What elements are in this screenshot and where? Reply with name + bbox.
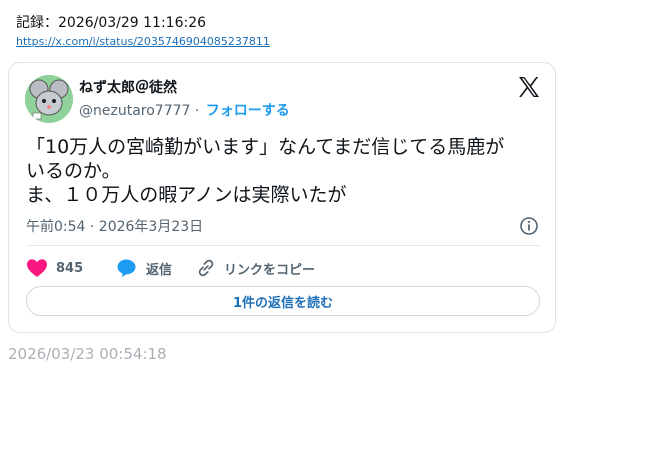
heart-icon (27, 259, 47, 277)
tweet-timestamp[interactable]: 午前0:54 · 2026年3月23日 (26, 216, 203, 236)
handle-row: @nezutaro7777 · フォローする (79, 100, 290, 120)
copy-link-label: リンクをコピー (224, 262, 316, 278)
display-name[interactable]: ねず太郎＠徒然 (79, 77, 177, 97)
avatar[interactable] (25, 75, 73, 123)
handle[interactable]: @nezutaro7777 (79, 103, 190, 119)
tweet-text-line: いるのか。 (26, 160, 121, 182)
separator: · (194, 103, 200, 119)
reply-bubble-icon (117, 259, 136, 277)
status-link[interactable]: https://x.com/i/status/20357469040852378… (16, 35, 270, 48)
like-count: 845 (56, 260, 84, 276)
tweet-card: ねず太郎＠徒然 @nezutaro7777 · フォローする 「10万人の宮崎勤… (8, 62, 556, 333)
reply-label: 返信 (146, 262, 173, 278)
copy-link-button[interactable]: リンクをコピー (196, 256, 315, 280)
divider (26, 245, 541, 246)
tweet-text-line: ま、１０万人の暇アノンは実際いたが (26, 184, 347, 206)
like-button[interactable]: 845 (26, 256, 83, 280)
follow-button[interactable]: フォローする (206, 103, 290, 119)
x-logo-icon[interactable] (517, 75, 541, 99)
tweet-text-line: 「10万人の宮崎勤がいます」なんてまだ信じてる馬鹿が (26, 136, 505, 158)
info-icon[interactable] (519, 216, 539, 236)
link-icon (198, 259, 214, 277)
reply-button[interactable]: 返信 (116, 256, 172, 280)
read-replies-button[interactable]: 1件の返信を読む (26, 286, 540, 316)
capture-time: 2026/03/23 00:54:18 (8, 345, 167, 363)
tweet-text: 「10万人の宮崎勤がいます」なんてまだ信じてる馬鹿が いるのか。 ま、１０万人の… (26, 135, 541, 207)
record-label: 記録：2026/03/29 11:16:26 (16, 15, 207, 31)
